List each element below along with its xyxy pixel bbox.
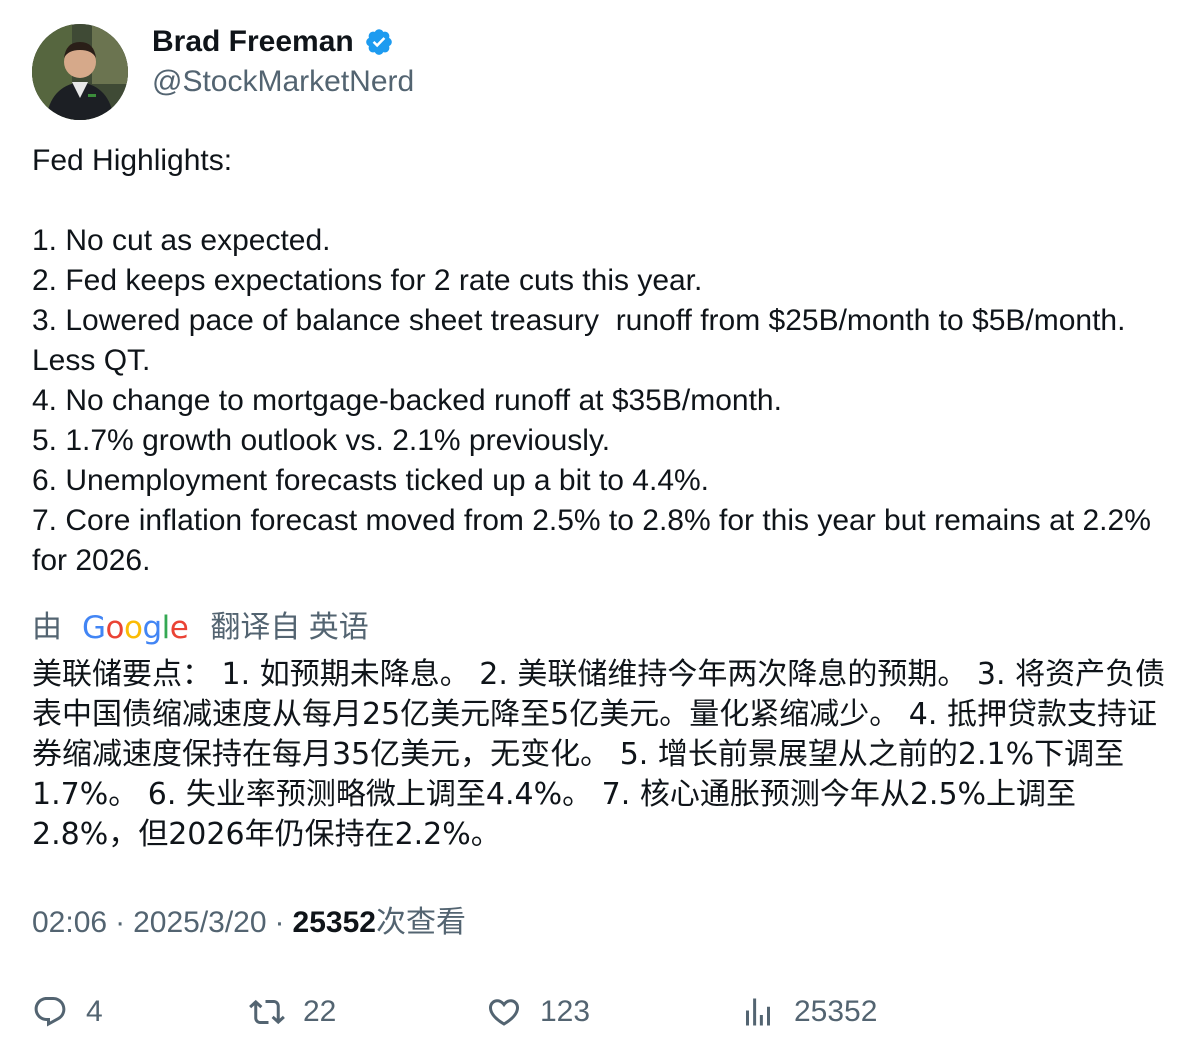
google-logo-icon: Google: [82, 610, 189, 646]
retweet-count: 22: [303, 995, 337, 1028]
views-count: 25352: [292, 906, 376, 939]
reply-button[interactable]: 4: [32, 990, 103, 1034]
views-label: 次查看: [375, 906, 466, 939]
tweet-action-bar: 4 22 123 25352: [0, 990, 1196, 1040]
reply-count: 4: [86, 995, 103, 1028]
avatar[interactable]: [32, 24, 128, 120]
meta-separator: ·: [274, 906, 285, 939]
like-count: 123: [540, 995, 591, 1028]
author-display-name[interactable]: Brad Freeman: [152, 22, 354, 62]
heart-icon: [488, 999, 520, 1026]
views-button[interactable]: 25352: [740, 990, 877, 1034]
analytics-icon: [746, 998, 770, 1026]
meta-separator: ·: [115, 906, 126, 939]
translation-prefix: 由: [32, 611, 62, 644]
avatar-photo: [32, 24, 128, 120]
tweet-date[interactable]: 2025/3/20: [133, 903, 266, 943]
tweet-time[interactable]: 02:06: [32, 903, 107, 943]
like-button[interactable]: 123: [486, 990, 590, 1034]
retweet-icon: [249, 999, 285, 1025]
tweet-meta: 02:06 · 2025/3/20 · 25352 次查看: [32, 903, 466, 943]
tweet-text: Fed Highlights: 1. No cut as expected. 2…: [32, 144, 1151, 577]
translation-attribution: 由 Google 翻译自 英语: [32, 606, 369, 650]
author-name-row[interactable]: Brad Freeman: [152, 22, 394, 62]
views-action-count: 25352: [794, 995, 878, 1028]
translated-text: 美联储要点： 1. 如预期未降息。 2. 美联储维持今年两次降息的预期。 3. …: [32, 657, 1166, 852]
verified-badge-icon: [364, 27, 394, 57]
reply-icon: [34, 997, 66, 1027]
author-handle[interactable]: @StockMarketNerd: [152, 62, 414, 102]
translation-source-language: 翻译自 英语: [210, 611, 369, 644]
retweet-button[interactable]: 22: [249, 990, 336, 1034]
